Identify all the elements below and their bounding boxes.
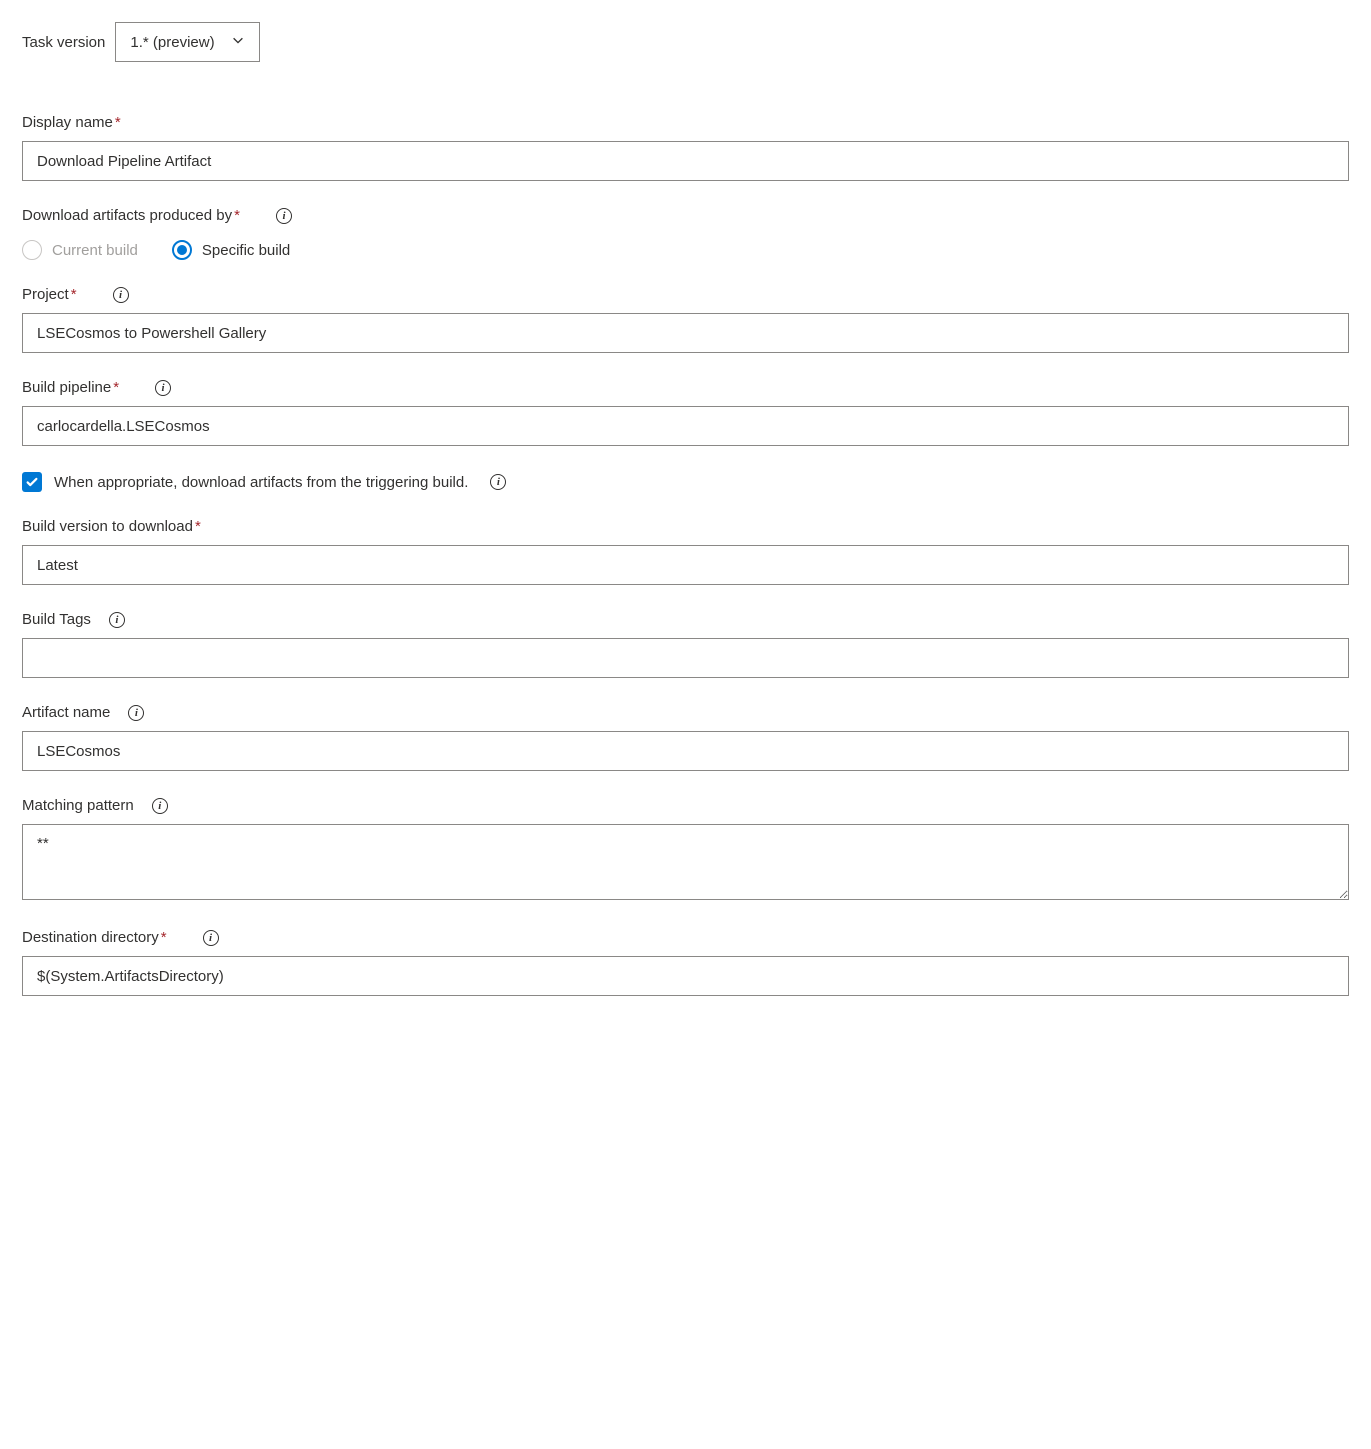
triggering-build-checkbox-row: When appropriate, download artifacts fro… <box>22 472 1349 492</box>
task-version-value: 1.* (preview) <box>130 34 214 51</box>
build-pipeline-field: Build pipeline* i <box>22 379 1349 446</box>
triggering-build-checkbox[interactable] <box>22 472 42 492</box>
download-produced-by-label: Download artifacts produced by* <box>22 207 240 224</box>
triggering-build-checkbox-label: When appropriate, download artifacts fro… <box>54 474 468 491</box>
radio-current-build[interactable]: Current build <box>22 240 138 260</box>
project-input[interactable] <box>22 313 1349 353</box>
matching-pattern-input[interactable] <box>22 824 1349 900</box>
build-version-field: Build version to download* <box>22 518 1349 585</box>
info-icon[interactable]: i <box>152 798 168 814</box>
build-pipeline-label: Build pipeline* <box>22 379 119 396</box>
task-version-dropdown[interactable]: 1.* (preview) <box>115 22 259 62</box>
matching-pattern-label: Matching pattern <box>22 797 134 814</box>
task-version-label: Task version <box>22 34 105 51</box>
info-icon[interactable]: i <box>276 208 292 224</box>
build-version-label: Build version to download* <box>22 518 201 535</box>
matching-pattern-field: Matching pattern i <box>22 797 1349 903</box>
download-produced-by-radio-group: Current build Specific build <box>22 240 1349 260</box>
build-tags-input[interactable] <box>22 638 1349 678</box>
project-label: Project* <box>22 286 77 303</box>
info-icon[interactable]: i <box>155 380 171 396</box>
artifact-name-input[interactable] <box>22 731 1349 771</box>
destination-directory-input[interactable] <box>22 956 1349 996</box>
destination-directory-label: Destination directory* <box>22 929 167 946</box>
info-icon[interactable]: i <box>203 930 219 946</box>
build-tags-label: Build Tags <box>22 611 91 628</box>
radio-current-build-label: Current build <box>52 242 138 259</box>
radio-specific-build[interactable]: Specific build <box>172 240 290 260</box>
display-name-label: Display name* <box>22 114 121 131</box>
task-version-row: Task version 1.* (preview) <box>22 22 1349 62</box>
build-version-input[interactable] <box>22 545 1349 585</box>
artifact-name-label: Artifact name <box>22 704 110 721</box>
info-icon[interactable]: i <box>109 612 125 628</box>
radio-circle-selected <box>172 240 192 260</box>
destination-directory-field: Destination directory* i <box>22 929 1349 996</box>
radio-circle-unselected <box>22 240 42 260</box>
display-name-field: Display name* <box>22 114 1349 181</box>
info-icon[interactable]: i <box>490 474 506 490</box>
info-icon[interactable]: i <box>113 287 129 303</box>
project-field: Project* i <box>22 286 1349 353</box>
build-tags-field: Build Tags i <box>22 611 1349 678</box>
chevron-down-icon <box>231 33 245 51</box>
display-name-input[interactable] <box>22 141 1349 181</box>
artifact-name-field: Artifact name i <box>22 704 1349 771</box>
build-pipeline-input[interactable] <box>22 406 1349 446</box>
download-produced-by-field: Download artifacts produced by* i Curren… <box>22 207 1349 260</box>
radio-specific-build-label: Specific build <box>202 242 290 259</box>
info-icon[interactable]: i <box>128 705 144 721</box>
